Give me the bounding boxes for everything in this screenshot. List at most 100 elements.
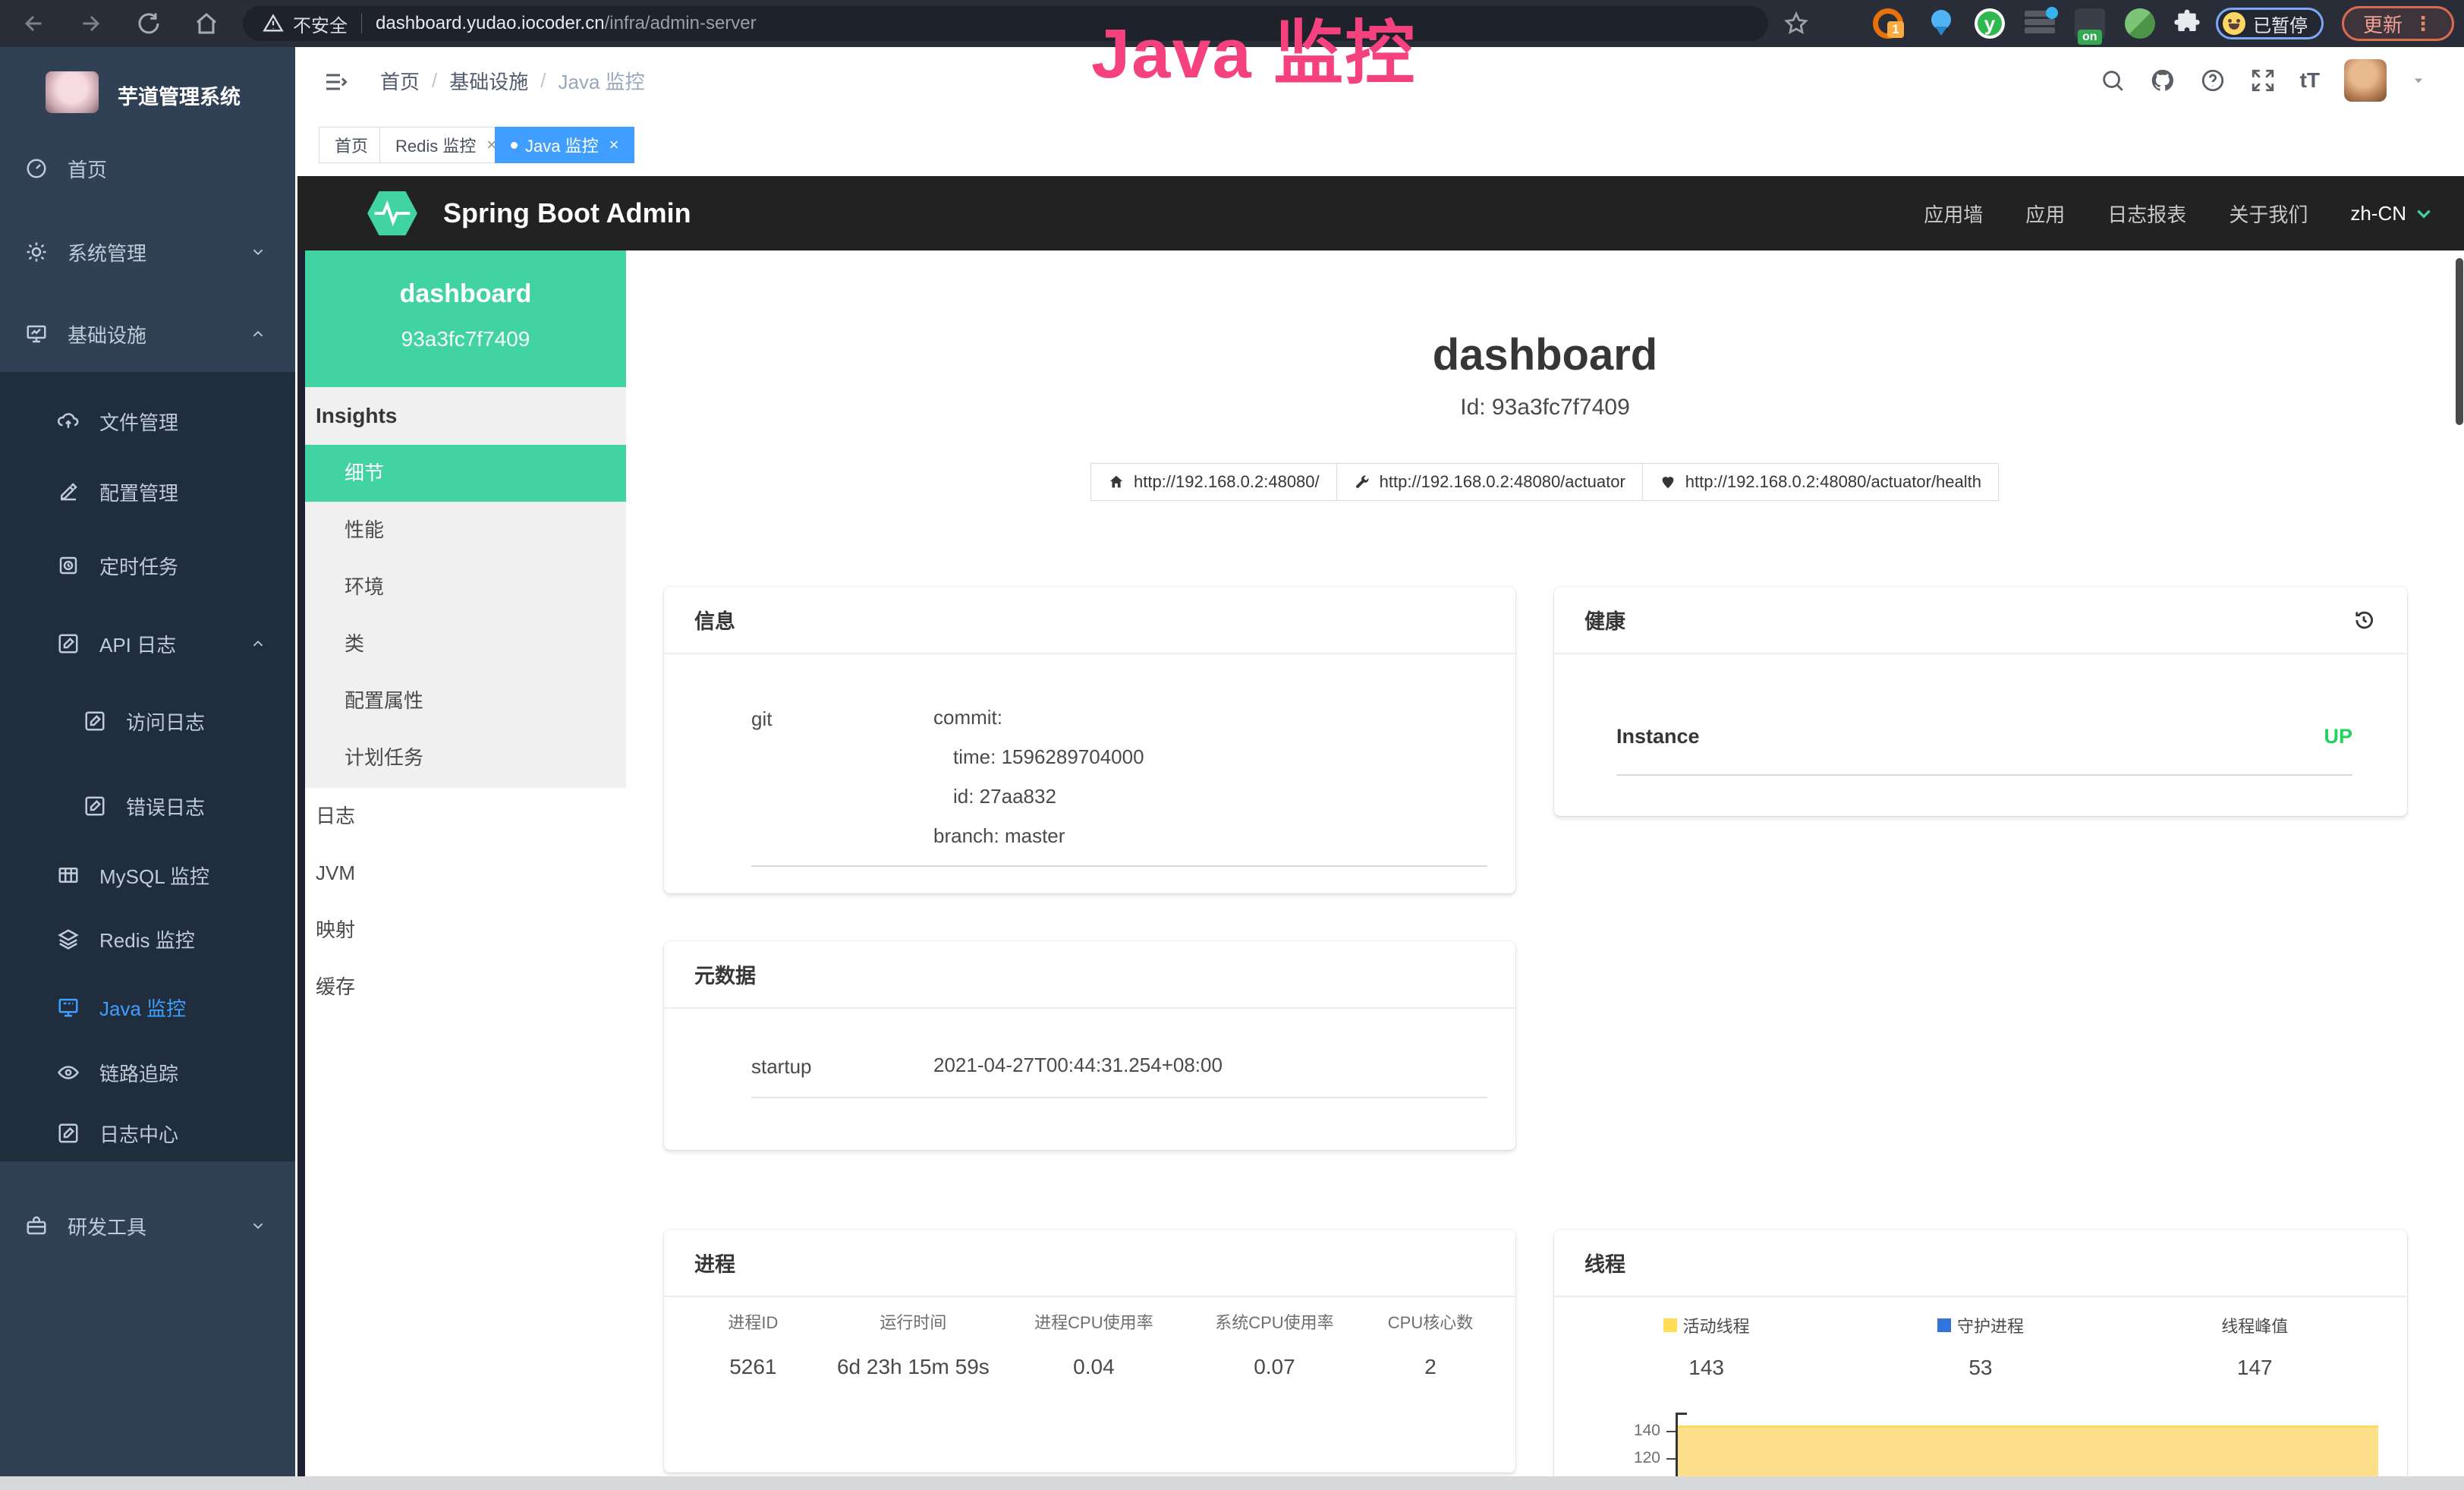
- extension-badge: 1: [1887, 21, 1904, 38]
- app-logo: [46, 71, 99, 113]
- sba-menu-config-props[interactable]: 配置属性: [305, 673, 626, 729]
- row-divider: [751, 865, 1487, 867]
- breadcrumb-home[interactable]: 首页: [380, 67, 420, 95]
- sba-menu-caches[interactable]: 缓存: [305, 959, 626, 1016]
- font-size-icon[interactable]: [2300, 68, 2320, 93]
- process-table-header: 进程ID 运行时间 进程CPU使用率 系统CPU使用率 CPU核心数: [679, 1309, 1500, 1355]
- sba-instance-header[interactable]: dashboard 93a3fc7f7409: [305, 250, 626, 387]
- sba-brand-title[interactable]: Spring Boot Admin: [443, 176, 691, 250]
- sidebar-item-log-center[interactable]: 日志中心: [0, 1098, 295, 1168]
- chevron-up-icon: [250, 635, 266, 652]
- sba-sidebar: dashboard 93a3fc7f7409 Insights 细节 性能 环境…: [305, 250, 626, 1476]
- sidebar-item-trace[interactable]: 链路追踪: [0, 1038, 295, 1107]
- timer-icon: [57, 554, 80, 577]
- pin-extension-icon[interactable]: [1926, 8, 1956, 39]
- cloud-upload-icon: [57, 410, 80, 433]
- sidebar-item-system[interactable]: 系统管理: [0, 217, 295, 287]
- heartbeat-icon: [1660, 474, 1676, 490]
- sidebar-item-config[interactable]: 配置管理: [0, 457, 295, 527]
- sidebar-item-mysql[interactable]: MySQL 监控: [0, 840, 295, 910]
- sidebar-item-access-log[interactable]: 访问日志: [0, 686, 295, 756]
- history-icon[interactable]: [2351, 607, 2377, 633]
- sba-left-edge: [297, 250, 305, 1476]
- browser-profile-chip[interactable]: 已暂停: [2216, 8, 2324, 39]
- sidebar-item-home[interactable]: 首页: [0, 134, 295, 203]
- app-logo-row[interactable]: 芋道管理系统: [0, 47, 295, 137]
- live-threads-value: 143: [1569, 1356, 1843, 1380]
- card-health: 健康 Instance UP: [1554, 587, 2407, 816]
- sidebar-item-dev-tools[interactable]: 研发工具: [0, 1191, 295, 1261]
- sidebar-toggle-icon[interactable]: [322, 68, 349, 93]
- tab-home[interactable]: 首页: [319, 127, 384, 163]
- back-icon[interactable]: [20, 10, 47, 37]
- y-tick-mark: [1666, 1458, 1676, 1460]
- sidebar-item-redis[interactable]: Redis 监控: [0, 904, 295, 974]
- sba-language-select[interactable]: zh-CN: [2350, 202, 2434, 225]
- eye-icon: [57, 1061, 80, 1084]
- sba-nav-about[interactable]: 关于我们: [2229, 200, 2308, 228]
- sba-logo-icon[interactable]: [363, 190, 422, 237]
- y-tick-mark: [1666, 1431, 1676, 1432]
- app-title: 芋道管理系统: [118, 80, 241, 110]
- browser-menu-icon: [2413, 12, 2433, 36]
- extension-icon[interactable]: 1: [1873, 8, 1903, 39]
- sba-nav-journal[interactable]: 日志报表: [2107, 200, 2186, 228]
- log-icon: [83, 710, 106, 732]
- page-title: dashboard: [626, 329, 2464, 380]
- browser-update-button[interactable]: 更新: [2342, 6, 2454, 41]
- log-icon: [57, 632, 80, 655]
- reload-icon[interactable]: [135, 10, 162, 37]
- search-icon[interactable]: [2100, 68, 2126, 93]
- metadata-row-value: 2021-04-27T00:44:31.254+08:00: [933, 1045, 1223, 1085]
- close-icon[interactable]: [609, 135, 619, 155]
- grid-extension-icon[interactable]: [2025, 8, 2055, 39]
- sidebar-item-api-log[interactable]: API 日志: [0, 609, 295, 679]
- sba-menu-metrics[interactable]: 性能: [305, 502, 626, 559]
- sba-nav-wallboard[interactable]: 应用墙: [1924, 200, 1983, 228]
- sidebar-item-file[interactable]: 文件管理: [0, 386, 295, 456]
- card-info: 信息 git commit: time: 1596289704000 id: 2…: [664, 587, 1515, 893]
- sba-nav-applications[interactable]: 应用: [2025, 200, 2065, 228]
- gear-icon: [25, 241, 48, 263]
- y-extension-icon[interactable]: y: [1975, 8, 2005, 39]
- health-url-button[interactable]: http://192.168.0.2:48080/actuator/health: [1642, 463, 1999, 501]
- home-icon[interactable]: [193, 10, 220, 37]
- switch-extension-icon[interactable]: on: [2075, 8, 2105, 39]
- scrollbar-thumb[interactable]: [2456, 258, 2463, 425]
- sba-menu-scheduled-tasks[interactable]: 计划任务: [305, 729, 626, 786]
- info-row-value: commit: time: 1596289704000 id: 27aa832 …: [933, 698, 1144, 855]
- tab-java-monitor[interactable]: Java 监控: [495, 127, 634, 163]
- fullscreen-icon[interactable]: [2250, 68, 2276, 93]
- help-icon[interactable]: [2200, 68, 2226, 93]
- sidebar-item-java-monitor[interactable]: Java 监控: [0, 972, 295, 1042]
- actuator-url-button[interactable]: http://192.168.0.2:48080/actuator: [1336, 463, 1643, 501]
- leaf-extension-icon[interactable]: [2125, 8, 2155, 39]
- sba-menu-classes[interactable]: 类: [305, 616, 626, 673]
- extensions-puzzle-icon[interactable]: [2172, 8, 2202, 39]
- breadcrumb-infra[interactable]: 基础设施: [449, 67, 528, 95]
- sidebar-item-error-log[interactable]: 错误日志: [0, 771, 295, 841]
- sba-menu-jvm[interactable]: JVM: [305, 845, 626, 902]
- tab-redis-monitor[interactable]: Redis 监控: [379, 127, 512, 163]
- bookmark-star-icon[interactable]: [1783, 11, 1809, 36]
- sidebar-item-infra[interactable]: 基础设施: [0, 299, 295, 369]
- card-process: 进程 进程ID 运行时间 进程CPU使用率 系统CPU使用率 CPU核心数 52…: [664, 1230, 1515, 1473]
- sidebar-item-job[interactable]: 定时任务: [0, 531, 295, 600]
- forward-icon[interactable]: [77, 10, 105, 37]
- sba-menu-environment[interactable]: 环境: [305, 559, 626, 616]
- page-id: Id: 93a3fc7f7409: [626, 395, 2464, 421]
- sba-menu-details[interactable]: 细节: [305, 445, 626, 502]
- home-icon: [1108, 474, 1125, 490]
- sba-insights-group: Insights 细节 性能 环境 类 配置属性 计划任务: [305, 387, 626, 788]
- address-bar[interactable]: 不安全 dashboard.yudao.iocoder.cn/infra/adm…: [243, 6, 1768, 41]
- chevron-down-icon: [250, 244, 266, 260]
- log-icon: [83, 795, 106, 817]
- chevron-down-icon[interactable]: [2411, 73, 2426, 88]
- monitor-chart-icon: [25, 323, 48, 345]
- sba-menu-logs[interactable]: 日志: [305, 788, 626, 845]
- github-icon[interactable]: [2150, 68, 2176, 93]
- service-url-button[interactable]: http://192.168.0.2:48080/: [1090, 463, 1337, 501]
- user-avatar[interactable]: [2344, 59, 2387, 102]
- breadcrumb-current: Java 监控: [559, 67, 645, 95]
- sba-menu-mappings[interactable]: 映射: [305, 902, 626, 959]
